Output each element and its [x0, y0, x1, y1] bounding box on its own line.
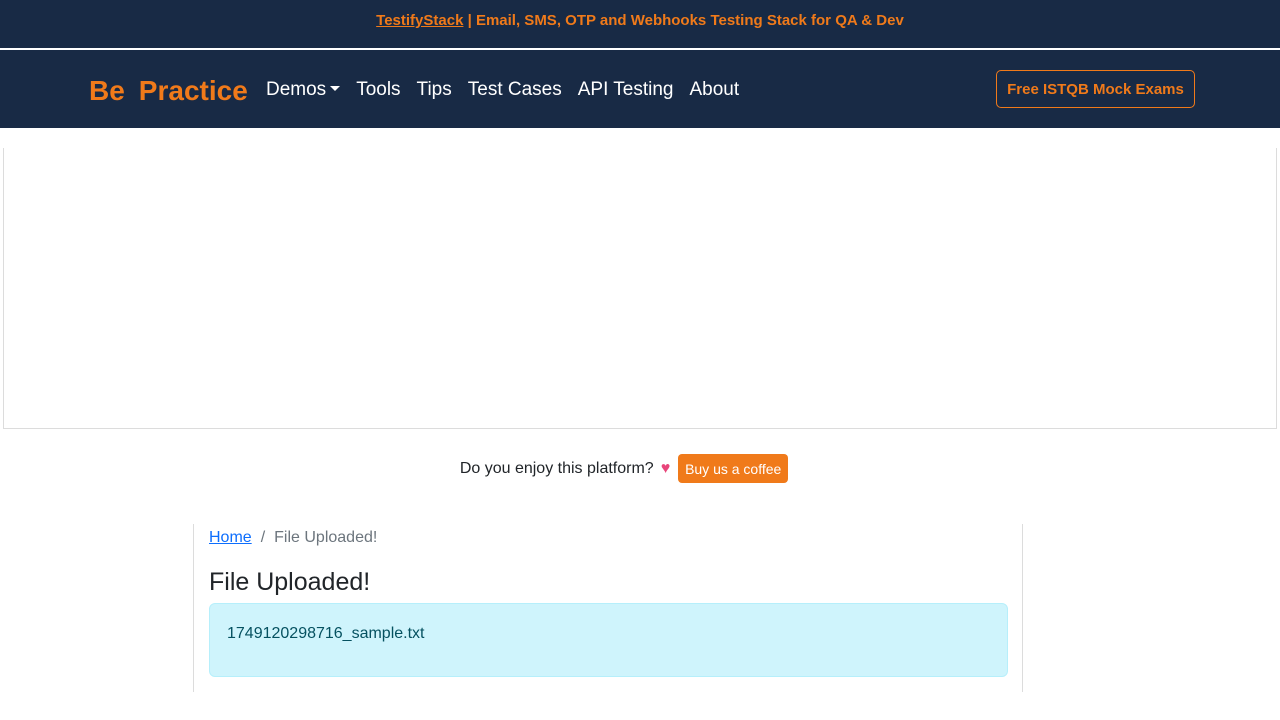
nav-item-test-cases[interactable]: Test Cases [468, 78, 562, 102]
breadcrumb-home-link[interactable]: Home [209, 529, 252, 547]
page-title: File Uploaded! [209, 568, 371, 596]
nav-item-demos[interactable]: Demos [266, 78, 341, 102]
nav-item-label: Demos [266, 79, 327, 100]
breadcrumb: Home / File Uploaded! [209, 529, 377, 547]
main-navbar: Be Practice Demos Tools Tips Test Cases … [0, 50, 1280, 128]
chevron-down-icon [330, 85, 341, 91]
content-card: Home / File Uploaded! File Uploaded! 174… [193, 524, 1023, 692]
nav-item-about[interactable]: About [690, 78, 740, 102]
istqb-mock-exams-button[interactable]: Free ISTQB Mock Exams [996, 70, 1195, 108]
uploaded-file-name: 1749120298716_sample.txt [227, 625, 425, 642]
buy-coffee-button[interactable]: Buy us a coffee [678, 454, 789, 483]
heart-icon: ♥ [660, 459, 671, 477]
nav-item-tips[interactable]: Tips [417, 78, 452, 102]
breadcrumb-current: File Uploaded! [274, 529, 378, 546]
nav-item-api-testing[interactable]: API Testing [578, 78, 674, 102]
top-banner-text: TestifyStack | Email, SMS, OTP and Webho… [376, 12, 904, 29]
support-row: Do you enjoy this platform? ♥ Buy us a c… [0, 453, 1280, 484]
ad-placeholder [3, 148, 1277, 429]
top-banner-tagline: | Email, SMS, OTP and Webhooks Testing S… [463, 12, 904, 29]
top-banner: TestifyStack | Email, SMS, OTP and Webho… [0, 0, 1280, 48]
testifystack-link[interactable]: TestifyStack [376, 12, 463, 29]
breadcrumb-separator: / [260, 529, 266, 546]
upload-result-alert: 1749120298716_sample.txt [209, 603, 1008, 677]
support-text: Do you enjoy this platform? [459, 459, 654, 477]
brand-part-2: Practice [138, 75, 248, 106]
nav-menu: Demos Tools Tips Test Cases API Testing … [266, 78, 739, 102]
brand-logo[interactable]: Be Practice [89, 74, 248, 108]
nav-item-tools[interactable]: Tools [356, 78, 400, 102]
brand-part-1: Be [89, 75, 125, 106]
